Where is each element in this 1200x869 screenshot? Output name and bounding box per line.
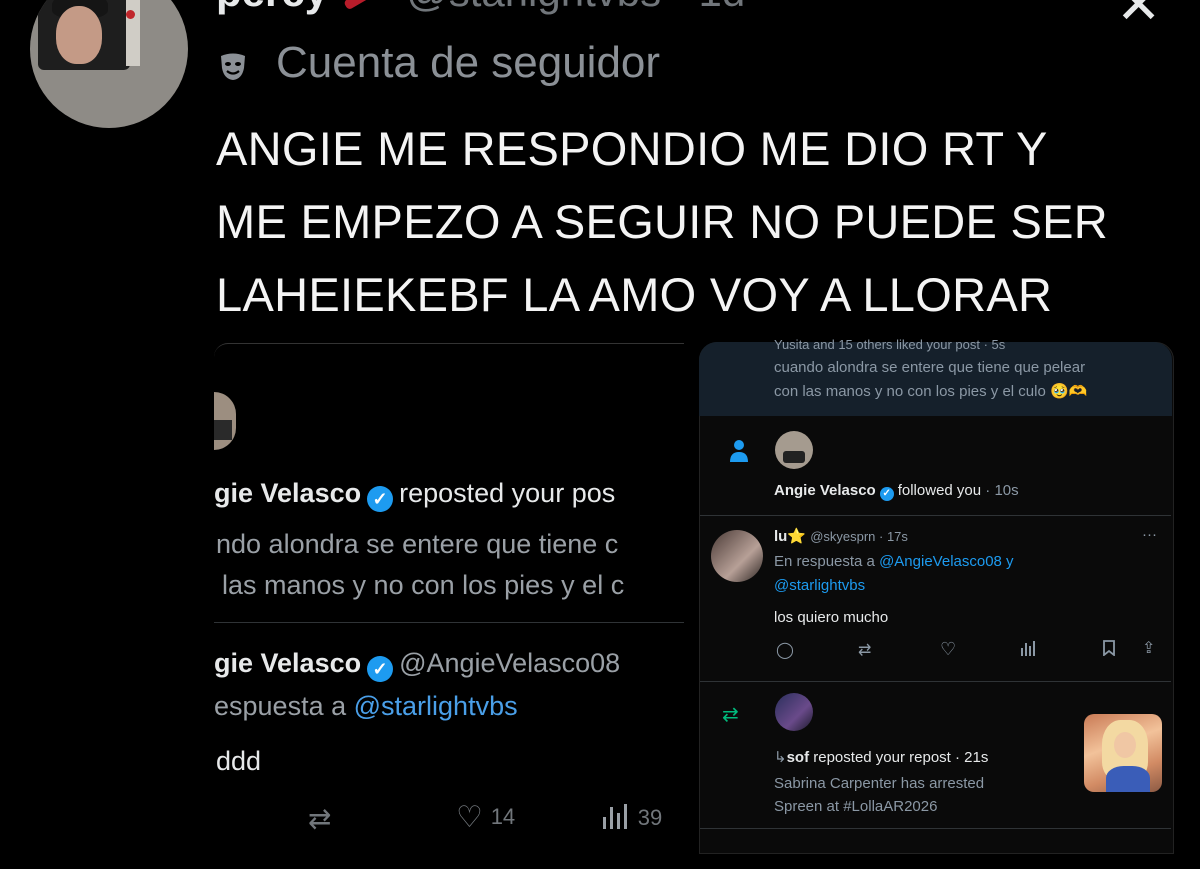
red-mark-icon	[343, 0, 397, 11]
like-button[interactable]: ♡	[940, 639, 956, 660]
reply-text: ddd	[216, 746, 262, 776]
reply-user-avatar[interactable]	[711, 530, 763, 582]
reply-mention-link[interactable]: @starlightvbs	[354, 691, 518, 721]
user-handle: @starlightvbs · 1d	[406, 0, 745, 15]
comment-icon: ◯	[776, 642, 794, 659]
quote-line: ndo alondra se entere que tiene c	[216, 529, 619, 559]
liked-summary: Yusita and 15 others liked your post · 5…	[774, 337, 1006, 352]
repost-icon: ⇄	[308, 803, 332, 834]
reply-to-row: espuesta a @starlightvbs	[214, 691, 518, 722]
repost-row: ↳sof reposted your repost · 21s	[774, 749, 989, 766]
heart-icon: ♡	[940, 639, 957, 659]
reply-user-name: lu⭐	[774, 528, 807, 545]
repost-button[interactable]: ⇄	[308, 802, 331, 835]
more-options-icon[interactable]: ···	[1142, 526, 1157, 543]
repost-icon: ⇄	[858, 642, 872, 659]
profile-avatar[interactable]	[30, 0, 188, 128]
reposter-name: sof	[786, 749, 810, 766]
quote-line: las manos y no con los pies y el c	[222, 570, 625, 600]
reply-user-handle: @skyesprn · 17s	[810, 529, 908, 544]
mention-link[interactable]: @starlightvbs	[774, 577, 865, 594]
display-name: percy	[216, 0, 328, 15]
bar-chart-icon	[603, 804, 627, 829]
repost-thumbnail[interactable]	[1084, 714, 1162, 792]
verified-badge-icon: ✓	[879, 487, 894, 501]
liked-notification[interactable]	[699, 342, 1172, 416]
views-button[interactable]: 39	[602, 800, 662, 832]
repost-action: reposted your pos	[399, 478, 616, 508]
reply-prefix: espuesta a	[214, 691, 347, 721]
display-name-row: percy @starlightvbs · 1d	[216, 0, 745, 16]
reply-handle: @AngieVelasco08	[399, 648, 621, 678]
account-type-label: Cuenta de seguidor	[276, 38, 661, 87]
share-icon: ⇪	[1142, 640, 1156, 657]
reply-header: gie Velasco ✓ @AngieVelasco08	[214, 648, 620, 682]
follower-avatar[interactable]	[775, 431, 813, 469]
repost-button[interactable]: ⇄	[858, 640, 871, 660]
bookmark-icon	[1103, 640, 1115, 657]
verified-badge-icon: ✓	[367, 486, 394, 512]
liked-post-line: cuando alondra se entere que tiene que p…	[774, 359, 1086, 376]
reply-text: los quiero mucho	[774, 609, 889, 626]
divider	[700, 515, 1171, 516]
share-button[interactable]: ⇪	[1142, 638, 1155, 658]
reply-button[interactable]: ◯	[776, 640, 794, 660]
reply-prefix: En respuesta a	[774, 553, 875, 570]
repost-text-line: Spreen at #LollaAR2026	[774, 798, 938, 815]
reply-name: gie Velasco	[214, 648, 362, 678]
liked-post-line: con las manos y no con los pies y el cul…	[774, 383, 1088, 400]
repost-row: gie Velasco ✓ reposted your pos	[214, 478, 615, 512]
divider	[700, 681, 1171, 682]
repost-name: gie Velasco	[214, 478, 362, 508]
bookmark-button[interactable]	[1102, 640, 1116, 661]
follow-action: followed you	[897, 482, 982, 499]
divider	[214, 622, 684, 623]
bar-chart-icon	[1021, 641, 1035, 656]
repost-text-line: Sabrina Carpenter has arrested	[774, 775, 985, 792]
reply-user-row: lu⭐ @skyesprn · 17s	[774, 527, 908, 545]
close-icon[interactable]: ✕	[1116, 0, 1161, 32]
tweet-body: ANGIE ME RESPONDIO ME DIO RT Y ME EMPEZO…	[216, 112, 1186, 331]
like-count: 14	[490, 804, 516, 829]
mention-link[interactable]: @AngieVelasco08 y	[879, 553, 1013, 570]
person-icon	[730, 440, 748, 462]
repost-notification-icon: ⇄	[722, 704, 739, 726]
reply-to-row: En respuesta a @AngieVelasco08 y	[774, 553, 1014, 570]
divider	[700, 828, 1171, 829]
follow-time: · 10s	[985, 482, 1019, 499]
follower-name: Angie Velasco	[774, 482, 876, 499]
theater-mask-icon	[221, 53, 245, 80]
follow-row: Angie Velasco ✓ followed you · 10s	[774, 482, 1019, 501]
heart-icon: ♡	[456, 801, 483, 834]
tweet-line: ME EMPEZO A SEGUIR NO PUEDE SER	[216, 195, 1109, 248]
repost-action: reposted your repost · 21s	[813, 749, 989, 766]
view-count: 39	[637, 805, 663, 830]
reposter-avatar[interactable]	[775, 693, 813, 731]
views-button[interactable]	[1020, 640, 1036, 661]
tweet-line: ANGIE ME RESPONDIO ME DIO RT Y	[216, 122, 1048, 175]
tweet-line: LAHEIEKEBF LA AMO VOY A LLORAR	[216, 268, 1053, 321]
verified-badge-icon: ✓	[367, 656, 394, 682]
like-button[interactable]: ♡ 14	[456, 800, 515, 835]
